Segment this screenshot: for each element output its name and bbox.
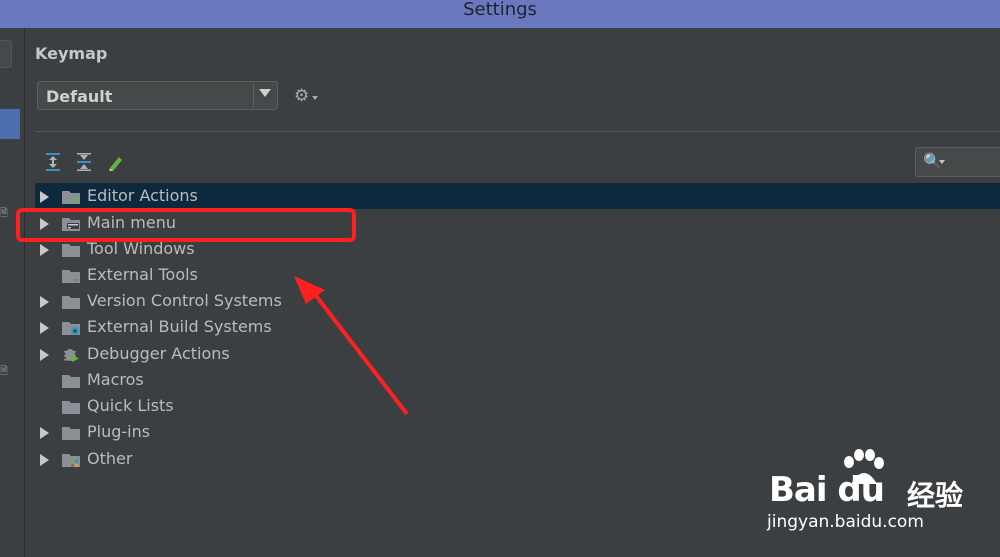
chevron-down-icon[interactable]: [259, 89, 271, 97]
search-options-icon[interactable]: [939, 160, 945, 164]
expand-arrow-icon[interactable]: [40, 454, 49, 466]
tree-item-label: External Tools: [87, 265, 198, 284]
window-title-bar: Settings: [0, 0, 1000, 28]
baidu-watermark: Bai du 经验 jingyan.baidu.com: [767, 448, 997, 538]
keymap-scheme-select[interactable]: Default: [37, 81, 278, 110]
expand-all-icon[interactable]: [44, 152, 62, 172]
tree-item-label: External Build Systems: [87, 317, 272, 336]
window-title: Settings: [463, 0, 537, 20]
edit-shortcuts-icon[interactable]: [107, 152, 125, 172]
tree-item-external-build-systems[interactable]: External Build Systems: [35, 314, 1000, 340]
folder-icon: [62, 427, 80, 440]
keymap-scheme-value: Default: [46, 87, 113, 106]
tree-item-label: Macros: [87, 370, 144, 389]
tree-item-plug-ins[interactable]: Plug-ins: [35, 419, 1000, 445]
tree-item-editor-actions[interactable]: Editor Actions: [35, 183, 1000, 209]
panel-divider: [24, 28, 25, 557]
folder-icon: [62, 375, 80, 388]
watermark-brand-cn: 经验: [907, 479, 964, 512]
tree-item-label: Plug-ins: [87, 422, 151, 441]
tree-item-label: Other: [87, 449, 133, 468]
debugger-icon: [64, 349, 79, 362]
separator-line: [35, 131, 1000, 132]
build-systems-folder-icon: [62, 322, 80, 335]
expand-arrow-icon[interactable]: [40, 349, 49, 361]
tree-item-debugger-actions[interactable]: Debugger Actions: [35, 341, 1000, 367]
editor-actions-folder-icon: [62, 191, 80, 204]
other-folder-icon: [62, 454, 80, 467]
external-tools-folder-icon: [62, 270, 80, 283]
document-icon: 🗎: [0, 366, 9, 377]
tree-item-label: Editor Actions: [87, 186, 198, 205]
expand-arrow-icon[interactable]: [40, 244, 49, 256]
gear-dropdown-icon[interactable]: [312, 96, 318, 100]
nav-selected-item[interactable]: [0, 109, 20, 139]
document-icon: 🗎: [0, 208, 9, 219]
folder-icon: [62, 244, 80, 257]
nav-search-box[interactable]: [0, 40, 12, 68]
folder-icon: [62, 401, 80, 414]
expand-arrow-icon[interactable]: [40, 191, 49, 203]
search-field[interactable]: 🔍: [915, 147, 1000, 177]
tree-item-external-tools[interactable]: External Tools: [35, 262, 1000, 288]
expand-arrow-icon[interactable]: [40, 296, 49, 308]
expand-arrow-icon[interactable]: [40, 322, 49, 334]
settings-nav-strip: 🗎 🗎: [0, 28, 24, 557]
tree-item-label: Version Control Systems: [87, 291, 282, 310]
tree-item-label: Debugger Actions: [87, 344, 230, 363]
watermark-url: jingyan.baidu.com: [767, 512, 924, 532]
folder-icon: [62, 296, 80, 309]
annotation-highlight-box: [16, 208, 356, 242]
tree-item-macros[interactable]: Macros: [35, 367, 1000, 393]
watermark-brand: Bai du: [769, 470, 885, 510]
section-title: Keymap: [35, 44, 108, 63]
tree-item-label: Quick Lists: [87, 396, 174, 415]
gear-icon[interactable]: ⚙: [294, 86, 309, 106]
combo-separator: [253, 83, 254, 108]
collapse-all-icon[interactable]: [75, 152, 93, 172]
tree-item-quick-lists[interactable]: Quick Lists: [35, 393, 1000, 419]
expand-arrow-icon[interactable]: [40, 427, 49, 439]
tree-item-version-control-systems[interactable]: Version Control Systems: [35, 288, 1000, 314]
